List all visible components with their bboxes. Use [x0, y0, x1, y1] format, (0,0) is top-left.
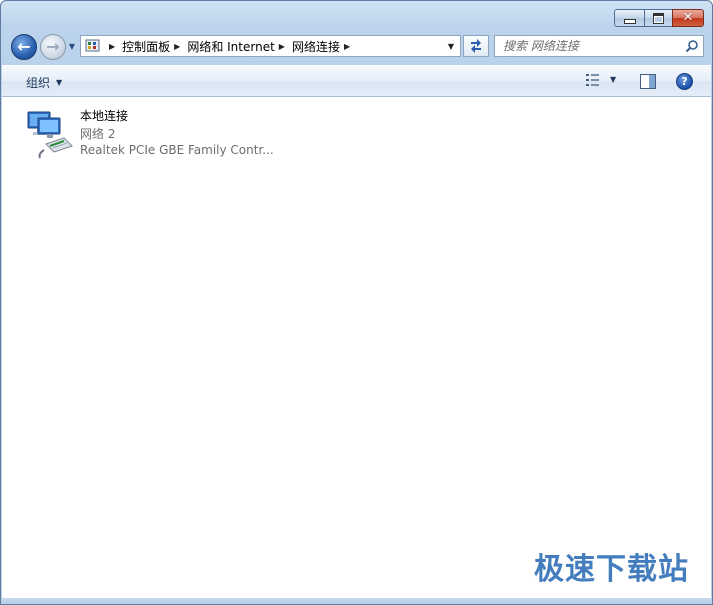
refresh-button[interactable] — [463, 35, 489, 57]
close-button[interactable]: ✕ — [672, 9, 704, 27]
forward-arrow-icon: → — [46, 37, 60, 56]
preview-pane-icon[interactable] — [640, 74, 656, 89]
view-options-dropdown[interactable]: ▼ — [610, 75, 616, 84]
breadcrumb-network-connections[interactable]: 网络连接 — [292, 38, 340, 55]
refresh-icon — [471, 39, 481, 53]
breadcrumb-separator-icon[interactable]: ▶ — [174, 42, 180, 51]
caption-buttons: ✕ — [614, 9, 704, 27]
organize-label: 组织 — [26, 76, 51, 90]
command-bar: 组织 ▼ ▼ ? — [2, 65, 711, 97]
maximize-icon — [653, 12, 664, 24]
connection-name: 本地连接 — [80, 109, 129, 123]
breadcrumb-separator-icon[interactable]: ▶ — [109, 42, 115, 51]
breadcrumb-network-internet[interactable]: 网络和 Internet — [187, 38, 274, 55]
address-history-dropdown[interactable]: ▼ — [442, 36, 460, 56]
chevron-down-icon: ▼ — [56, 78, 63, 87]
address-bar[interactable]: ▶ 控制面板 ▶ 网络和 Internet ▶ 网络连接 ▶ ▼ — [80, 35, 461, 57]
list-item-local-connection[interactable]: 本地连接 网络 2 Realtek PCIe GBE Family Contr.… — [24, 104, 284, 160]
view-list-icon — [586, 74, 599, 86]
search-box[interactable] — [494, 35, 704, 57]
chevron-down-icon: ▼ — [68, 41, 76, 51]
breadcrumb-separator-icon[interactable]: ▶ — [344, 42, 350, 51]
forward-button[interactable]: → — [40, 34, 66, 60]
breadcrumb-separator-icon[interactable]: ▶ — [279, 42, 285, 51]
help-button[interactable]: ? — [676, 73, 693, 90]
file-list-pane[interactable]: 本地连接 网络 2 Realtek PCIe GBE Family Contr.… — [2, 97, 711, 598]
back-button[interactable]: ← — [11, 34, 37, 60]
connection-device: Realtek PCIe GBE Family Contr... — [80, 143, 274, 157]
explorer-window: ✕ ← → ▼ ▶ 控制面板 ▶ 网络和 Internet ▶ 网络连接 ▶ ▼ — [0, 0, 713, 605]
minimize-button[interactable] — [614, 9, 644, 27]
breadcrumb-control-panel[interactable]: 控制面板 — [122, 38, 170, 55]
organize-menu-button[interactable]: 组织 ▼ — [26, 74, 62, 91]
network-adapter-icon — [27, 111, 73, 159]
recent-pages-dropdown[interactable]: ▼ — [67, 41, 77, 51]
watermark-logo: 极速下载站 — [534, 552, 689, 587]
minimize-icon — [623, 18, 636, 24]
window-bottom-frame — [2, 598, 711, 604]
control-panel-icon — [84, 37, 102, 55]
back-arrow-icon: ← — [17, 37, 31, 56]
search-input[interactable] — [495, 36, 688, 56]
close-icon: ✕ — [682, 10, 694, 25]
maximize-button[interactable] — [644, 9, 672, 27]
search-icon[interactable] — [685, 39, 699, 53]
change-view-button[interactable] — [585, 73, 601, 87]
connection-network: 网络 2 — [80, 127, 116, 141]
